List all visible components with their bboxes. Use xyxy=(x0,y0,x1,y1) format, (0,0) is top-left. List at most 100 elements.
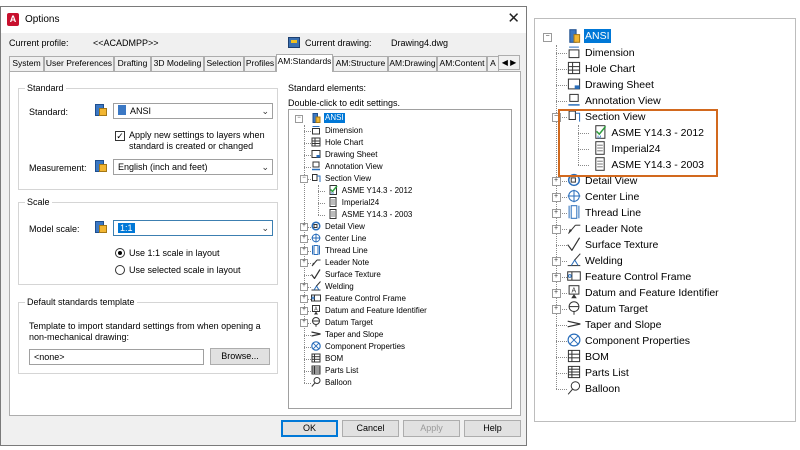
annotation-view-icon xyxy=(567,93,581,110)
ansi-standard-icon xyxy=(567,29,581,46)
apply-layers-checkbox[interactable]: ✓ xyxy=(115,131,125,141)
tree-item-label: Feature Control Frame xyxy=(585,271,692,283)
measurement-combo[interactable]: English (inch and feet) ⌄ xyxy=(113,159,273,175)
tree-item-label: Imperial24 xyxy=(341,198,380,207)
tree-expander[interactable]: + xyxy=(551,192,561,202)
tree-item-label: Drawing Sheet xyxy=(585,79,654,91)
tab-am-drawing[interactable]: AM:Drawing xyxy=(388,56,437,71)
section-view-icon xyxy=(311,173,321,185)
thread-line-icon xyxy=(311,245,321,257)
tab-drafting[interactable]: Drafting xyxy=(114,56,151,71)
chevron-down-icon[interactable]: ⌄ xyxy=(261,221,269,235)
tab-user-preferences[interactable]: User Preferences xyxy=(44,56,114,71)
tree-expander[interactable]: + xyxy=(551,288,561,298)
tree-item-label: Parts List xyxy=(585,367,629,379)
standard-label: Standard: xyxy=(29,107,69,117)
tree-root-label: ANSI xyxy=(584,29,611,43)
feature-control-frame-icon xyxy=(311,293,321,305)
tab-profiles[interactable]: Profiles xyxy=(244,56,276,71)
apply-layers-text-2: standard is created or changed xyxy=(129,141,254,151)
tab-system[interactable]: System xyxy=(9,56,44,71)
tree-root-expander[interactable]: − xyxy=(543,32,552,42)
tree-item-label: BOM xyxy=(325,354,344,363)
tree-connector xyxy=(556,341,567,342)
template-group: Default standards template Template to i… xyxy=(18,297,278,374)
tree-expander[interactable]: − xyxy=(300,175,308,183)
detail-view-icon xyxy=(311,221,321,233)
datum-feature-icon: A xyxy=(567,285,581,302)
tab-am-content[interactable]: AM:Content xyxy=(437,56,487,71)
tab-am-structure[interactable]: AM:Structure xyxy=(333,56,388,71)
tree-expander[interactable]: + xyxy=(300,247,308,255)
tree-expander[interactable]: + xyxy=(300,283,308,291)
tab-3d-modeling[interactable]: 3D Modeling xyxy=(151,56,204,71)
radio-use-selected[interactable] xyxy=(115,265,125,275)
template-group-title: Default standards template xyxy=(25,297,137,307)
tree-expander[interactable]: + xyxy=(300,235,308,243)
tree-connector xyxy=(304,347,311,348)
tree-expander[interactable]: + xyxy=(551,176,561,186)
tree-expander[interactable]: + xyxy=(300,223,308,231)
tab-am-standards[interactable]: AM:Standards xyxy=(276,54,333,72)
bom-icon xyxy=(567,349,581,366)
radio-use-1to1[interactable] xyxy=(115,248,125,258)
drawing-sheet-icon xyxy=(567,77,581,94)
tree-connector xyxy=(318,215,325,216)
tree-item-label: Taper and Slope xyxy=(325,330,384,339)
tree-expander[interactable]: + xyxy=(551,224,561,234)
tab-scroll-arrows[interactable]: ◀ ▶ xyxy=(498,55,520,70)
dialog-title: Options xyxy=(25,14,60,25)
chevron-down-icon[interactable]: ⌄ xyxy=(261,160,269,174)
tab-selection[interactable]: Selection xyxy=(204,56,244,71)
am-standards-panel: Standard Standard: ANSI ⌄ ✓ Apply new se… xyxy=(9,71,521,416)
balloon-icon xyxy=(311,377,321,389)
ok-button[interactable]: OK xyxy=(281,420,338,437)
help-button[interactable]: Help xyxy=(464,420,521,437)
tree-expander[interactable]: + xyxy=(551,272,561,282)
tree-connector xyxy=(304,167,311,168)
tree-expander[interactable]: + xyxy=(551,208,561,218)
dimension-icon xyxy=(567,45,581,62)
tree-connector xyxy=(304,359,311,360)
ansi-icon xyxy=(118,105,126,115)
apply-button[interactable]: Apply xyxy=(403,420,460,437)
tree-item-label: Datum Target xyxy=(325,318,373,327)
standard-group: Standard Standard: ANSI ⌄ ✓ Apply new se… xyxy=(18,83,278,190)
current-profile-value: <<ACADMPP>> xyxy=(93,38,159,48)
chevron-down-icon[interactable]: ⌄ xyxy=(261,104,269,118)
tree-expander[interactable]: + xyxy=(300,319,308,327)
autocad-app-icon: A xyxy=(7,13,19,26)
tree-item-label: Dimension xyxy=(585,47,635,59)
scale-group-title: Scale xyxy=(25,197,52,207)
current-profile-label: Current profile: xyxy=(9,38,69,48)
leader-note-icon xyxy=(567,221,581,238)
tree-connector xyxy=(556,357,567,358)
current-drawing-label: Current drawing: xyxy=(305,38,372,48)
radio-use-1to1-label: Use 1:1 scale in layout xyxy=(129,248,220,258)
measurement-standards-icon xyxy=(95,160,107,172)
close-button[interactable]: ✕ xyxy=(507,10,520,28)
datum-target-icon xyxy=(567,301,581,318)
tree-expander[interactable]: + xyxy=(300,307,308,315)
standard-combo[interactable]: ANSI ⌄ xyxy=(113,103,273,119)
tree-root-expander[interactable]: − xyxy=(295,115,303,123)
cancel-button[interactable]: Cancel xyxy=(342,420,399,437)
hole-chart-icon xyxy=(311,137,321,149)
browse-button[interactable]: Browse... xyxy=(210,348,270,365)
tree-expander[interactable]: + xyxy=(551,304,561,314)
options-dialog: A Options ✕ Current profile: <<ACADMPP>>… xyxy=(0,6,527,446)
parts-list-icon xyxy=(567,365,581,382)
standard-elements-tree[interactable]: − ANSI Dimension Hole Chart Drawing Sheet Ann… xyxy=(288,109,512,409)
tree-expander[interactable]: + xyxy=(300,295,308,303)
model-scale-combo[interactable]: 1:1 ⌄ xyxy=(113,220,273,236)
tree-expander[interactable]: + xyxy=(551,256,561,266)
title-bar: A Options ✕ xyxy=(1,7,526,33)
tree-expander[interactable]: + xyxy=(300,259,308,267)
tree-item-label: BOM xyxy=(585,351,609,363)
tree-item-label: Hole Chart xyxy=(325,138,364,147)
tree-item-label: ASME Y14.3 - 2012 xyxy=(341,186,413,195)
radio-use-selected-label: Use selected scale in layout xyxy=(129,265,241,275)
svg-text:M: M xyxy=(331,192,334,196)
template-input[interactable]: <none> xyxy=(29,349,204,365)
current-drawing-value: Drawing4.dwg xyxy=(391,38,449,48)
